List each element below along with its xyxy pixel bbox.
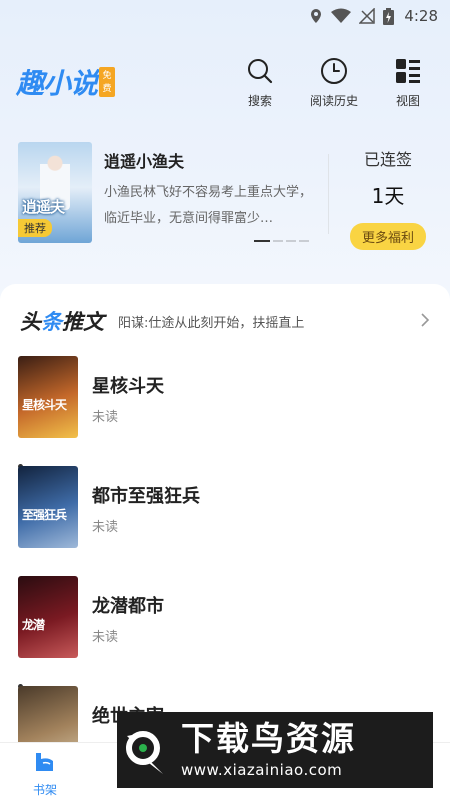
view-toggle-button[interactable]: 视图 xyxy=(382,56,434,109)
app-header: 趣小说 免费 搜索 阅读历史 视图 xyxy=(0,52,450,112)
headline-title: 头条推文 xyxy=(20,306,104,336)
logo-text: 趣小说 xyxy=(16,67,98,100)
location-icon xyxy=(309,8,323,24)
main-content: 头条推文 阳谋:仕途从此刻开始，扶摇直上 星核斗天 星核斗天 未读 至强狂兵 都… xyxy=(0,284,450,768)
search-icon xyxy=(247,56,273,86)
book-cover: 星核斗天 xyxy=(18,356,78,438)
book-title: 都市至强狂兵 xyxy=(92,486,200,507)
book-item[interactable]: 星核斗天 星核斗天 未读 xyxy=(0,356,450,466)
view-label: 视图 xyxy=(395,94,420,108)
book-item[interactable]: 龙潜 龙潜都市 未读 xyxy=(0,576,450,686)
carousel-indicator xyxy=(254,240,309,242)
search-label: 搜索 xyxy=(247,94,272,108)
featured-banner: 逍遥夫 推荐 逍遥小渔夫 小渔民林飞好不容易考上重点大学，临近毕业，无意间得罪富… xyxy=(18,142,438,252)
bird-logo-icon xyxy=(117,712,177,788)
more-welfare-button[interactable]: 更多福利 xyxy=(349,223,426,250)
headline-title-part: 推文 xyxy=(62,309,104,334)
wifi-icon xyxy=(331,8,352,24)
watermark-main-text: 下载鸟资源 xyxy=(181,719,356,758)
reading-history-label: 阅读历史 xyxy=(309,94,358,108)
book-cover-text: 星核斗天 xyxy=(22,398,67,412)
tab-bookshelf-label: 书架 xyxy=(32,783,57,797)
status-time: 4:28 xyxy=(404,7,438,25)
recommend-tag: 推荐 xyxy=(18,219,52,237)
book-title: 龙潜都市 xyxy=(92,596,164,617)
signin-label: 已连签 xyxy=(363,150,412,169)
carousel-dot xyxy=(286,240,296,242)
headline-news-row[interactable]: 头条推文 阳谋:仕途从此刻开始，扶摇直上 xyxy=(20,306,434,336)
divider xyxy=(328,154,329,234)
headline-title-part: 头 xyxy=(20,309,41,334)
watermark-overlay: 下载鸟资源 www.xiazainiao.com xyxy=(117,712,433,788)
book-cover-text: 至强狂兵 xyxy=(22,508,67,522)
no-signal-icon xyxy=(359,8,376,24)
app-logo: 趣小说 免费 xyxy=(16,62,116,102)
book-cover-text: 龙潜 xyxy=(22,618,45,632)
book-item[interactable]: 至强狂兵 都市至强狂兵 未读 xyxy=(0,464,450,576)
clock-icon xyxy=(320,56,348,86)
featured-book-title[interactable]: 逍遥小渔夫 xyxy=(104,148,184,172)
book-cover: 至强狂兵 xyxy=(18,466,78,548)
signin-panel: 已连签 1天 更多福利 xyxy=(338,146,438,250)
chevron-right-icon xyxy=(420,312,430,332)
tab-bookshelf[interactable]: 书架 xyxy=(22,751,68,798)
book-status: 未读 xyxy=(92,520,119,535)
search-button[interactable]: 搜索 xyxy=(234,56,286,109)
featured-book-cover[interactable]: 逍遥夫 推荐 xyxy=(18,142,92,243)
grid-view-icon xyxy=(395,56,421,86)
carousel-dot xyxy=(273,240,283,242)
book-cover: 龙潜 xyxy=(18,576,78,658)
bookshelf-icon xyxy=(34,753,56,777)
carousel-dot xyxy=(299,240,309,242)
carousel-dot-active xyxy=(254,240,270,242)
featured-book-description: 小渔民林飞好不容易考上重点大学，临近毕业，无意间得罪富少… xyxy=(104,185,313,226)
book-status: 未读 xyxy=(92,410,119,425)
watermark-url: www.xiazainiao.com xyxy=(181,761,343,779)
battery-charging-icon xyxy=(383,7,395,25)
reading-history-button[interactable]: 阅读历史 xyxy=(308,56,360,109)
headline-title-part: 条 xyxy=(41,309,62,334)
logo-free-badge: 免费 xyxy=(99,67,116,97)
status-bar: 4:28 xyxy=(0,0,450,32)
book-status: 未读 xyxy=(92,630,119,645)
signin-days: 1天 xyxy=(371,184,405,208)
headline-text: 阳谋:仕途从此刻开始，扶摇直上 xyxy=(118,315,305,331)
book-title: 星核斗天 xyxy=(92,376,164,397)
featured-cover-title: 逍遥夫 xyxy=(22,198,65,216)
